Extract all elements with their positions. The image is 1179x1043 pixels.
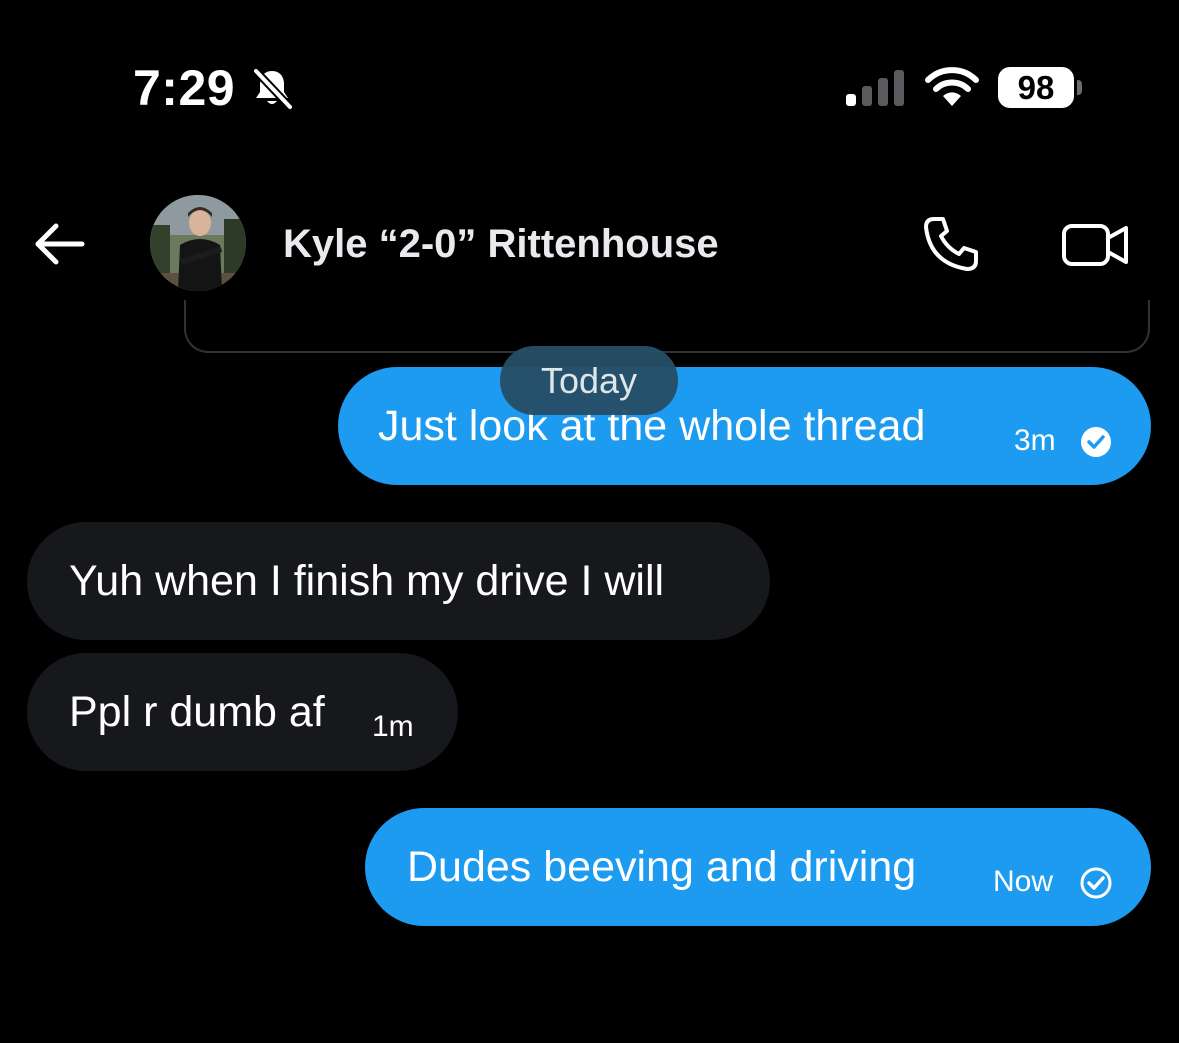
message-text: Dudes beeving and driving [407, 843, 917, 891]
sent-check-icon [1080, 867, 1112, 899]
profile-card-edge [184, 300, 1150, 353]
contact-name[interactable]: Kyle “2-0” Rittenhouse [283, 218, 719, 270]
message-time: 1m [372, 710, 414, 743]
message-time: Now [993, 865, 1054, 898]
status-time: 7:29 [133, 60, 236, 116]
message-bubble[interactable]: Ppl r dumb af 1m [27, 653, 458, 771]
message-time: 3m [1014, 424, 1056, 457]
message-text: Yuh when I finish my drive I will [69, 557, 665, 605]
read-check-icon [1081, 427, 1111, 457]
avatar-photo [150, 195, 246, 291]
message-bubble[interactable]: Yuh when I finish my drive I will [27, 522, 770, 640]
wifi-icon [925, 67, 979, 106]
video-camera-icon[interactable] [1060, 218, 1130, 270]
battery-cap [1077, 80, 1082, 95]
phone-icon[interactable] [920, 214, 982, 274]
avatar[interactable] [150, 195, 246, 291]
back-arrow-icon[interactable] [30, 218, 86, 270]
battery-indicator: 98 [998, 67, 1074, 108]
message-bubble[interactable]: Dudes beeving and driving Now [365, 808, 1151, 926]
date-divider: Today [500, 346, 678, 415]
message-bubble[interactable]: Just look at the whole thread 3m [338, 367, 1151, 485]
signal-icon [846, 70, 904, 106]
bell-slash-icon [253, 68, 293, 110]
message-text: Ppl r dumb af [69, 688, 325, 736]
